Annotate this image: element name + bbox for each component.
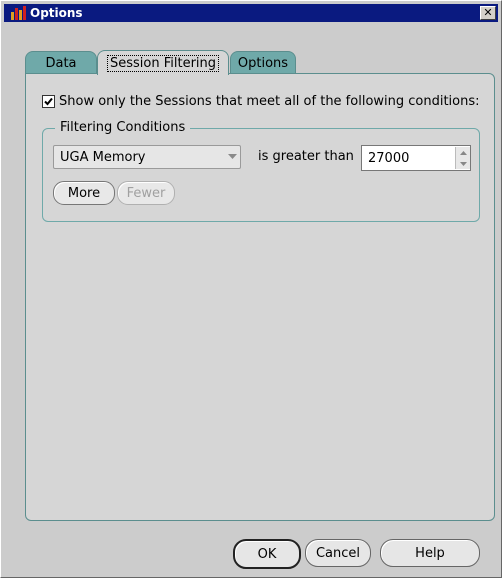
help-button[interactable]: Help bbox=[380, 539, 480, 567]
close-button[interactable]: ✕ bbox=[480, 6, 496, 20]
app-icon bbox=[11, 6, 26, 20]
cancel-button[interactable]: Cancel bbox=[305, 539, 371, 567]
chevron-down-icon[interactable] bbox=[224, 154, 240, 160]
filtering-conditions-group: Filtering Conditions UGA Memory is great… bbox=[42, 120, 480, 222]
condition-operator-label: is greater than bbox=[258, 149, 354, 164]
fewer-button[interactable]: Fewer bbox=[117, 181, 175, 205]
session-filtering-panel: Show only the Sessions that meet all of … bbox=[25, 73, 495, 521]
show-only-sessions-checkbox[interactable] bbox=[42, 95, 55, 108]
spin-up-icon[interactable] bbox=[456, 147, 470, 158]
tab-data-label: Data bbox=[45, 55, 77, 71]
title-bar[interactable]: Options ✕ bbox=[4, 4, 498, 22]
spinner-buttons bbox=[455, 147, 470, 169]
ok-button[interactable]: OK bbox=[233, 539, 301, 569]
filtering-conditions-legend: Filtering Conditions bbox=[55, 120, 191, 135]
checkmark-icon bbox=[44, 97, 53, 106]
options-dialog: Options ✕ Data Session Filtering Options… bbox=[0, 0, 502, 578]
show-only-sessions-label: Show only the Sessions that meet all of … bbox=[59, 94, 480, 109]
more-button[interactable]: More bbox=[53, 181, 115, 205]
window-title: Options bbox=[30, 6, 83, 20]
close-icon: ✕ bbox=[483, 6, 493, 19]
tab-session-filtering[interactable]: Session Filtering bbox=[97, 50, 229, 75]
show-only-sessions-checkbox-row[interactable]: Show only the Sessions that meet all of … bbox=[42, 94, 480, 109]
condition-value-input[interactable]: 27000 bbox=[362, 151, 455, 166]
condition-field-select[interactable]: UGA Memory bbox=[53, 145, 241, 169]
condition-value-spinner[interactable]: 27000 bbox=[361, 145, 471, 171]
spin-down-icon[interactable] bbox=[456, 158, 470, 169]
tab-session-filtering-label: Session Filtering bbox=[106, 54, 220, 72]
tab-options-label: Options bbox=[237, 55, 289, 71]
condition-field-value: UGA Memory bbox=[60, 149, 146, 165]
tab-data[interactable]: Data bbox=[25, 51, 97, 74]
tab-options[interactable]: Options bbox=[230, 51, 296, 74]
